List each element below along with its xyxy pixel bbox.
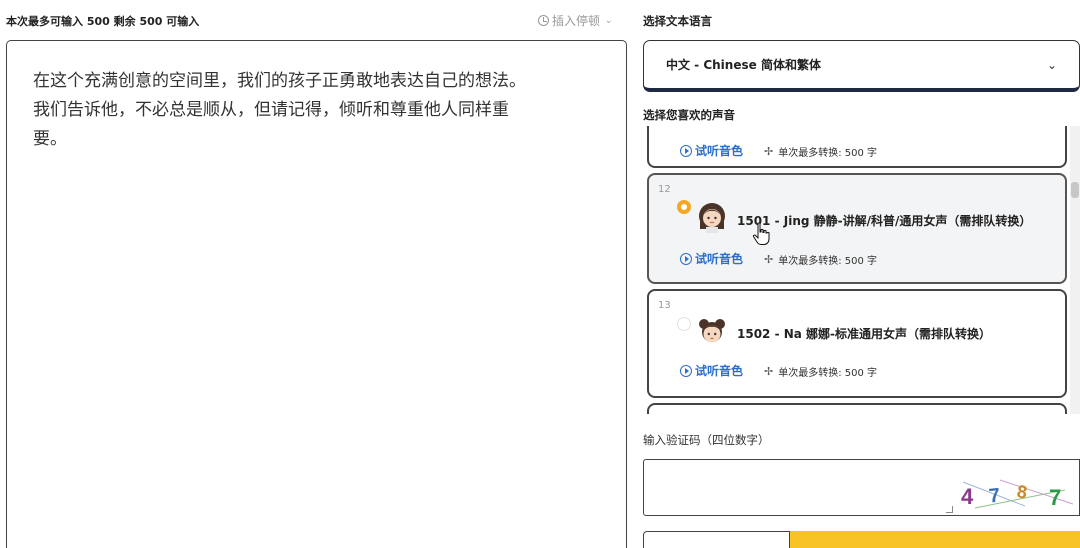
girl-avatar-icon — [699, 203, 725, 233]
voice-index: 13 — [658, 300, 671, 311]
clock-icon — [538, 15, 549, 26]
play-icon — [680, 144, 692, 157]
voice-radio-selected[interactable] — [677, 200, 691, 214]
voice-index: 12 — [658, 184, 671, 195]
voice-card[interactable]: 试听音色 ✢ 单次最多转换: 500 字 — [647, 126, 1067, 168]
sparkle-icon: ✢ — [764, 145, 774, 158]
listen-label: 试听音色 — [695, 252, 744, 266]
convert-button[interactable] — [790, 531, 1080, 548]
chevron-down-icon: ⌄ — [1046, 57, 1057, 72]
voice-name: 1502 - Na 娜娜-标准通用女声（需排队转换） — [737, 327, 992, 341]
play-icon — [680, 252, 692, 265]
captcha-image[interactable]: 4 7 8 7 — [955, 459, 1080, 516]
limit-label: 单次最多转换: 500 字 — [778, 148, 878, 159]
insert-pause-label: 插入停顿 — [552, 14, 601, 28]
listen-button[interactable]: 试听音色 — [680, 250, 743, 267]
play-icon — [680, 364, 692, 377]
voice-card-1502[interactable]: 13 1502 - Na 娜娜-标准通用女声（需排队转换） 试听音色 ✢ 单次最… — [647, 289, 1067, 398]
limit-label: 单次最多转换: 500 字 — [778, 368, 878, 379]
voice-card[interactable] — [647, 403, 1067, 414]
insert-pause-dropdown[interactable]: 插入停顿 ⌄ — [538, 12, 613, 29]
language-select[interactable]: 中文 - Chinese 简体和繁体 ⌄ — [643, 40, 1080, 92]
input-count-info: 本次最多可输入 500 剩余 500 可输入 — [6, 15, 200, 28]
voice-list[interactable]: 试听音色 ✢ 单次最多转换: 500 字 12 1501 - Jing 静静-讲… — [643, 126, 1068, 414]
voice-radio[interactable] — [677, 317, 691, 331]
captcha-label: 输入验证码（四位数字） — [643, 433, 770, 447]
listen-button[interactable]: 试听音色 — [680, 362, 743, 379]
bottom-secondary-button[interactable] — [643, 531, 790, 548]
voice-card-1501[interactable]: 12 1501 - Jing 静静-讲解/科普/通用女声（需排队转换） 试听音色… — [647, 173, 1067, 284]
captcha-digit: 8 — [1016, 481, 1029, 502]
chevron-down-icon: ⌄ — [605, 15, 613, 26]
limit-label: 单次最多转换: 500 字 — [778, 256, 878, 267]
resize-grip-icon[interactable] — [946, 506, 953, 513]
captcha-digit: 7 — [1049, 485, 1061, 510]
limit-info: ✢ 单次最多转换: 500 字 — [764, 364, 877, 379]
captcha-input[interactable] — [643, 459, 956, 516]
hand-cursor-icon — [752, 222, 770, 245]
text-editor[interactable]: 在这个充满创意的空间里，我们的孩子正勇敢地表达自己的想法。 我们告诉他，不必总是… — [6, 40, 627, 548]
language-selected-value: 中文 - Chinese 简体和繁体 — [666, 58, 821, 72]
limit-info: ✢ 单次最多转换: 500 字 — [764, 252, 877, 267]
listen-label: 试听音色 — [695, 144, 744, 158]
limit-info: ✢ 单次最多转换: 500 字 — [764, 144, 877, 159]
sparkle-icon: ✢ — [764, 365, 774, 378]
editor-text[interactable]: 在这个充满创意的空间里，我们的孩子正勇敢地表达自己的想法。 我们告诉他，不必总是… — [33, 67, 603, 154]
captcha-graphic: 4 7 8 7 — [961, 479, 1074, 510]
listen-button[interactable]: 试听音色 — [680, 142, 743, 159]
sparkle-icon: ✢ — [764, 253, 774, 266]
scrollbar-thumb[interactable] — [1071, 182, 1079, 198]
voice-label: 选择您喜欢的声音 — [643, 108, 735, 122]
voice-list-scrollbar[interactable] — [1070, 126, 1080, 414]
girl-buns-avatar-icon — [699, 319, 725, 343]
voice-name: 1501 - Jing 静静-讲解/科普/通用女声（需排队转换） — [737, 214, 1032, 228]
language-label: 选择文本语言 — [643, 14, 712, 28]
captcha-digit: 7 — [988, 485, 1001, 508]
listen-label: 试听音色 — [695, 364, 744, 378]
captcha-digit: 4 — [961, 484, 974, 509]
